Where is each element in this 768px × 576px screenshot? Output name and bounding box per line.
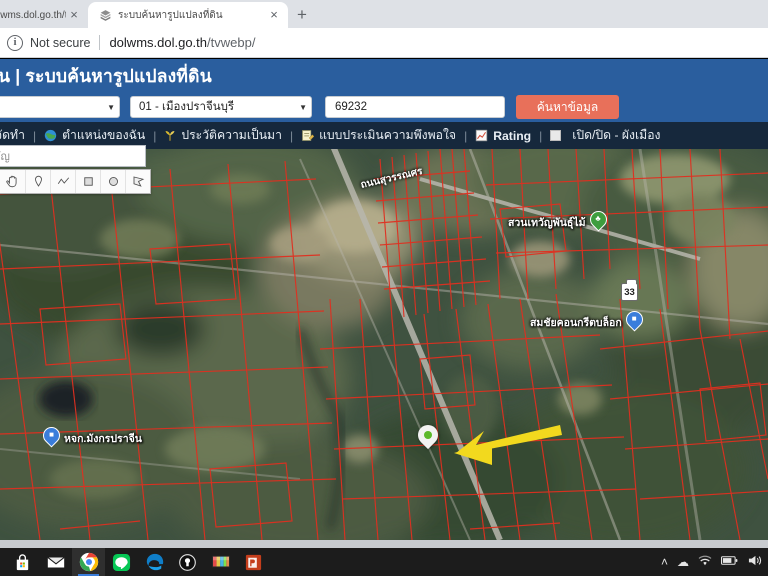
pan-hand-icon[interactable]	[0, 170, 25, 193]
app-dark-icon[interactable]	[171, 548, 204, 576]
divider: |	[539, 128, 543, 143]
system-tray: ˄ ☁	[661, 548, 762, 576]
annotation-arrow-icon	[454, 425, 562, 465]
edge-icon[interactable]	[138, 548, 171, 576]
divider: |	[464, 128, 468, 143]
browser-tab-active[interactable]: ระบบค้นหารูปแปลงที่ดิน ×	[88, 2, 288, 28]
parcel-number-input[interactable]: 69232	[325, 96, 505, 118]
url-path: /tvwebp/	[207, 35, 256, 50]
form-icon	[301, 129, 315, 142]
route-number: 33	[624, 286, 635, 298]
site-info-icon[interactable]: i	[7, 34, 23, 51]
site-header: น | ระบบค้นหารูปแปลงที่ดิน	[0, 59, 768, 92]
window-bottom-edge	[0, 540, 768, 548]
nav-item-label: Rating	[493, 128, 532, 143]
colorful-app-icon[interactable]	[204, 548, 237, 576]
nav-item-satisfaction-form[interactable]: แบบประเมินความพึงพอใจ	[301, 126, 456, 145]
wifi-icon[interactable]	[698, 555, 712, 570]
search-toolbar: ▼ 01 - เมืองปราจีนบุรี ▼ 69232 ค้นหาข้อม…	[0, 92, 768, 122]
security-status: Not secure	[30, 35, 91, 50]
screen: lwms.dol.go.th/t × ระบบค้นหารูปแปลงที่ดิ…	[0, 0, 768, 576]
url-domain: dolwms.dol.go.th	[109, 35, 208, 50]
map-viewport[interactable]: ถนนสุวรรณศร สวนเทวัญพันธุ์ไม้ ♣ สมชัยคอน…	[0, 149, 768, 540]
new-tab-button[interactable]: +	[288, 2, 316, 28]
route-shield-icon: 33	[621, 279, 638, 301]
marker-pin-icon[interactable]	[25, 170, 50, 193]
divider: |	[32, 128, 37, 143]
address-bar[interactable]: dolwms.dol.go.th/tvwebp/	[109, 35, 255, 50]
close-icon[interactable]: ×	[66, 7, 82, 23]
rectangle-icon[interactable]	[75, 170, 100, 193]
divider: |	[289, 128, 294, 143]
line-icon[interactable]	[105, 548, 138, 576]
show-hidden-icons-chevron-icon[interactable]: ˄	[661, 555, 668, 569]
polygon-icon[interactable]	[125, 170, 150, 193]
nav-item-label: แบบประเมินความพึงพอใจ	[319, 128, 457, 142]
amphoe-select-value: 01 - เมืองปราจีนบุรี	[139, 101, 235, 113]
nav-item-label: ตำแหน่งของฉัน	[62, 128, 146, 142]
keyword-search-input[interactable]: ำคัญ	[0, 145, 146, 167]
nav-item-label: ประวัติความเป็นมา	[181, 128, 282, 142]
province-select[interactable]: ▼	[0, 96, 120, 118]
nav-item-label: จัดทำ	[0, 128, 25, 142]
checkbox-icon[interactable]	[550, 130, 562, 141]
divider	[99, 35, 101, 50]
chevron-down-icon: ▼	[107, 102, 115, 112]
browser-tab-inactive[interactable]: lwms.dol.go.th/t ×	[0, 2, 88, 28]
chevron-down-icon: ▼	[299, 102, 307, 112]
pin-dot	[424, 430, 432, 439]
volume-icon[interactable]	[747, 554, 762, 570]
mail-icon[interactable]	[39, 548, 72, 576]
nav-item-my-location[interactable]: ตำแหน่งของฉัน	[44, 126, 145, 145]
battery-icon[interactable]	[721, 555, 738, 569]
onedrive-cloud-icon[interactable]: ☁	[677, 555, 689, 569]
taskbar-items	[6, 548, 270, 576]
amphoe-select[interactable]: 01 - เมืองปราจีนบุรี ▼	[130, 96, 312, 118]
search-button[interactable]: ค้นหาข้อมูล	[516, 95, 619, 119]
circle-icon[interactable]	[100, 170, 125, 193]
keyword-search-placeholder: ำคัญ	[0, 151, 10, 163]
map-satellite-canvas	[0, 149, 768, 540]
browser-tabstrip: lwms.dol.go.th/t × ระบบค้นหารูปแปลงที่ดิ…	[0, 0, 768, 28]
parcel-number-value: 69232	[335, 101, 367, 113]
nav-item-history[interactable]: ประวัติความเป็นมา	[164, 126, 282, 145]
microsoft-store-icon[interactable]	[6, 548, 39, 576]
close-icon[interactable]: ×	[266, 7, 282, 23]
powerpoint-icon[interactable]	[237, 548, 270, 576]
tab-title: ระบบค้นหารูปแปลงที่ดิน	[118, 9, 223, 21]
nav-item-prepare[interactable]: จัดทำ	[0, 126, 25, 145]
page-title: น | ระบบค้นหารูปแปลงที่ดิน	[0, 65, 212, 86]
browser-omnibox: i Not secure dolwms.dol.go.th/tvwebp/	[0, 28, 768, 58]
chrome-icon[interactable]	[72, 548, 105, 576]
polyline-icon[interactable]	[50, 170, 75, 193]
sprout-icon	[164, 129, 176, 142]
dol-logo-icon	[98, 8, 112, 22]
map-draw-toolbar	[0, 169, 151, 194]
globe-icon	[44, 129, 57, 142]
nav-item-city-plan-toggle[interactable]: เปิด/ปิด - ผังเมือง	[550, 126, 660, 145]
chart-icon	[475, 129, 488, 142]
nav-item-rating[interactable]: Rating	[475, 129, 531, 143]
selected-parcel-marker[interactable]	[413, 420, 443, 452]
divider: |	[153, 128, 157, 143]
tab-title: lwms.dol.go.th/t	[0, 9, 66, 21]
nav-item-label: เปิด/ปิด - ผังเมือง	[572, 128, 661, 142]
